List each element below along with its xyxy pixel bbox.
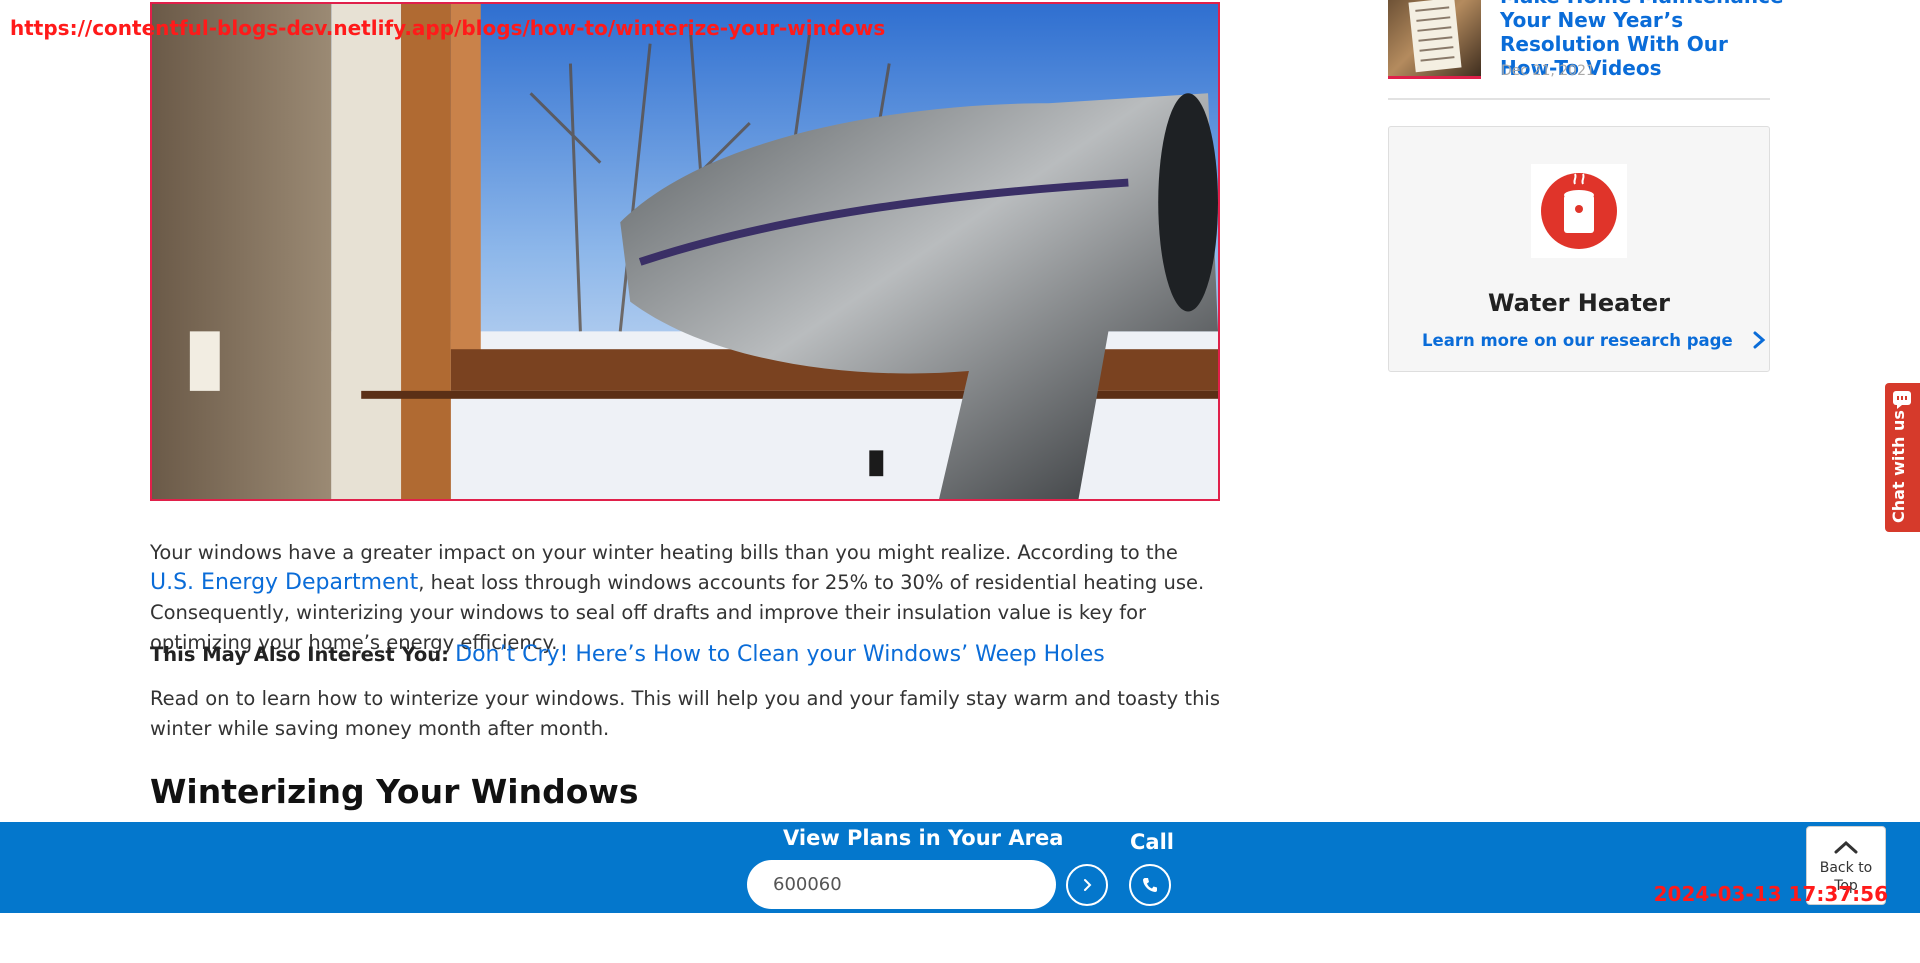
zip-code-input[interactable]: [747, 860, 1056, 909]
intro-text-before: Your windows have a greater impact on yo…: [150, 541, 1178, 564]
energy-department-link[interactable]: U.S. Energy Department: [150, 570, 418, 595]
call-button[interactable]: [1129, 864, 1171, 906]
page-url-overlay: https://contentful-blogs-dev.netlify.app…: [10, 16, 886, 40]
chevron-up-icon: [1834, 840, 1858, 854]
also-interest-label: This May Also Interest You:: [150, 643, 449, 666]
weep-holes-link[interactable]: Don’t Cry! Here’s How to Clean your Wind…: [455, 642, 1105, 667]
related-post-thumbnail[interactable]: [1388, 0, 1481, 79]
read-on-paragraph: Read on to learn how to winterize your w…: [150, 687, 1220, 740]
research-link-label: Learn more on our research page: [1422, 330, 1733, 350]
call-label: Call: [1130, 830, 1174, 854]
bottom-plans-bar: View Plans in Your Area Call Back to Top: [0, 822, 1920, 913]
research-card-title: Water Heater: [1488, 289, 1670, 317]
chevron-right-icon: [1084, 879, 1092, 891]
sidebar-divider: [1388, 98, 1770, 100]
phone-icon: [1143, 878, 1157, 892]
research-page-link[interactable]: Learn more on our research page: [1422, 330, 1769, 350]
chat-with-us-label: Chat with us: [1889, 410, 1908, 523]
hero-image-hair-dryer-window: [150, 2, 1220, 501]
hero-illustration: [152, 4, 1218, 499]
water-heater-icon: [1531, 164, 1627, 258]
also-interest-line: This May Also Interest You: Don’t Cry! H…: [150, 640, 1220, 670]
chevron-right-icon: [1753, 331, 1765, 349]
view-plans-label: View Plans in Your Area: [783, 826, 1064, 850]
section-heading: Winterizing Your Windows: [150, 772, 639, 811]
related-post-date: Dec 21, 2021: [1501, 63, 1595, 79]
view-plans-go-button[interactable]: [1066, 864, 1108, 906]
timestamp-overlay: 2024-03-13 17:37:56: [1653, 882, 1888, 906]
research-card: Water Heater Learn more on our research …: [1388, 126, 1770, 372]
resolution-note-image: [1408, 0, 1462, 73]
chat-with-us-tab[interactable]: Chat with us: [1885, 383, 1920, 532]
